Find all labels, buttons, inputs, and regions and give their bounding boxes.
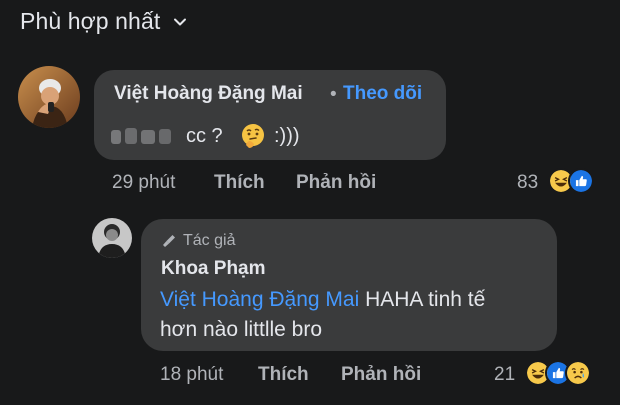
blurred-text xyxy=(111,128,171,144)
comment-author[interactable]: Việt Hoàng Đặng Mai xyxy=(114,83,303,105)
comment-author[interactable]: Khoa Phạm xyxy=(161,258,266,280)
reply-text-line-2: hơn nào littlle bro xyxy=(160,318,323,341)
author-badge-label: Tác giả xyxy=(183,232,236,249)
reply-button[interactable]: Phản hồi xyxy=(296,172,376,194)
like-button[interactable]: Thích xyxy=(214,172,265,194)
comment-time: 29 phút xyxy=(112,172,176,193)
avatar[interactable] xyxy=(92,218,132,258)
comments-section: Phù hợp nhất Việt Hoàng Đặng Mai • Theo … xyxy=(0,0,620,405)
chevron-down-icon xyxy=(174,18,187,25)
microphone-icon xyxy=(163,235,175,247)
reaction-count[interactable]: 83 xyxy=(517,172,538,194)
like-icon xyxy=(568,168,594,194)
sad-icon xyxy=(565,360,591,386)
reactions-summary[interactable] xyxy=(525,360,591,386)
avatar[interactable] xyxy=(18,66,80,128)
reactions-summary[interactable] xyxy=(548,168,594,194)
reply-text: HAHA tinh tế xyxy=(365,288,486,311)
reply-button[interactable]: Phản hồi xyxy=(341,364,421,386)
thinking-face-icon xyxy=(242,124,264,148)
reply-text-line: Việt Hoàng Đặng Mai HAHA tinh tế xyxy=(160,288,485,312)
author-badge: Tác giả xyxy=(161,232,235,250)
comment-text-suffix: :))) xyxy=(274,125,300,147)
comment-time: 18 phút xyxy=(160,364,224,385)
like-button[interactable]: Thích xyxy=(258,364,309,386)
follow-button[interactable]: Theo dõi xyxy=(343,83,422,105)
sort-label: Phù hợp nhất xyxy=(20,8,161,34)
separator-dot: • xyxy=(330,84,337,105)
comment-text: cc ? xyxy=(186,125,223,147)
sort-dropdown[interactable]: Phù hợp nhất xyxy=(20,8,188,35)
mention-link[interactable]: Việt Hoàng Đặng Mai xyxy=(160,288,359,311)
reaction-count[interactable]: 21 xyxy=(494,364,515,386)
